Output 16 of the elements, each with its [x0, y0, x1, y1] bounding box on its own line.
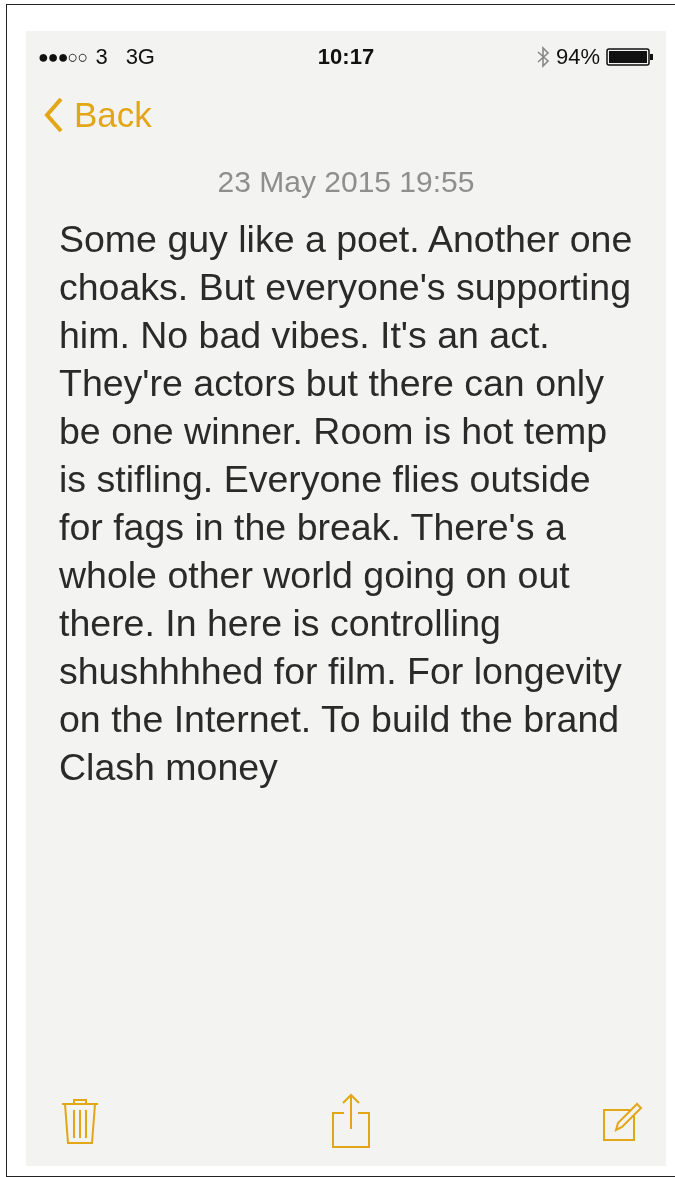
trash-button[interactable] [60, 1096, 100, 1146]
compose-button[interactable] [602, 1100, 644, 1142]
signal-strength: ●●●○○ [38, 46, 88, 68]
note-body[interactable]: Some guy like a poet. Another one choaks. But everyone's supporting him. No bad vibes. It's an act. They're actors but there can only be one winner. Room is hot temp is stifling. Everyone flies outside for fags in the break. There's a whole other world going on out there. In here is controlling shushhhhed for film. For longevity on the Internet. To build the brand Clash money [59, 215, 644, 791]
battery-percentage: 94% [555, 44, 600, 70]
carrier-name: 3 [95, 44, 108, 70]
share-button[interactable] [330, 1093, 372, 1149]
chevron-left-icon [44, 97, 64, 133]
bluetooth-icon [535, 45, 550, 69]
clock-time: 10:17 [317, 44, 375, 70]
trash-icon [60, 1096, 100, 1146]
share-icon [330, 1093, 372, 1149]
battery-icon [606, 47, 654, 67]
note-date: 23 May 2015 19:55 [216, 165, 476, 199]
network-type: 3G [125, 44, 155, 70]
compose-icon [602, 1100, 644, 1142]
